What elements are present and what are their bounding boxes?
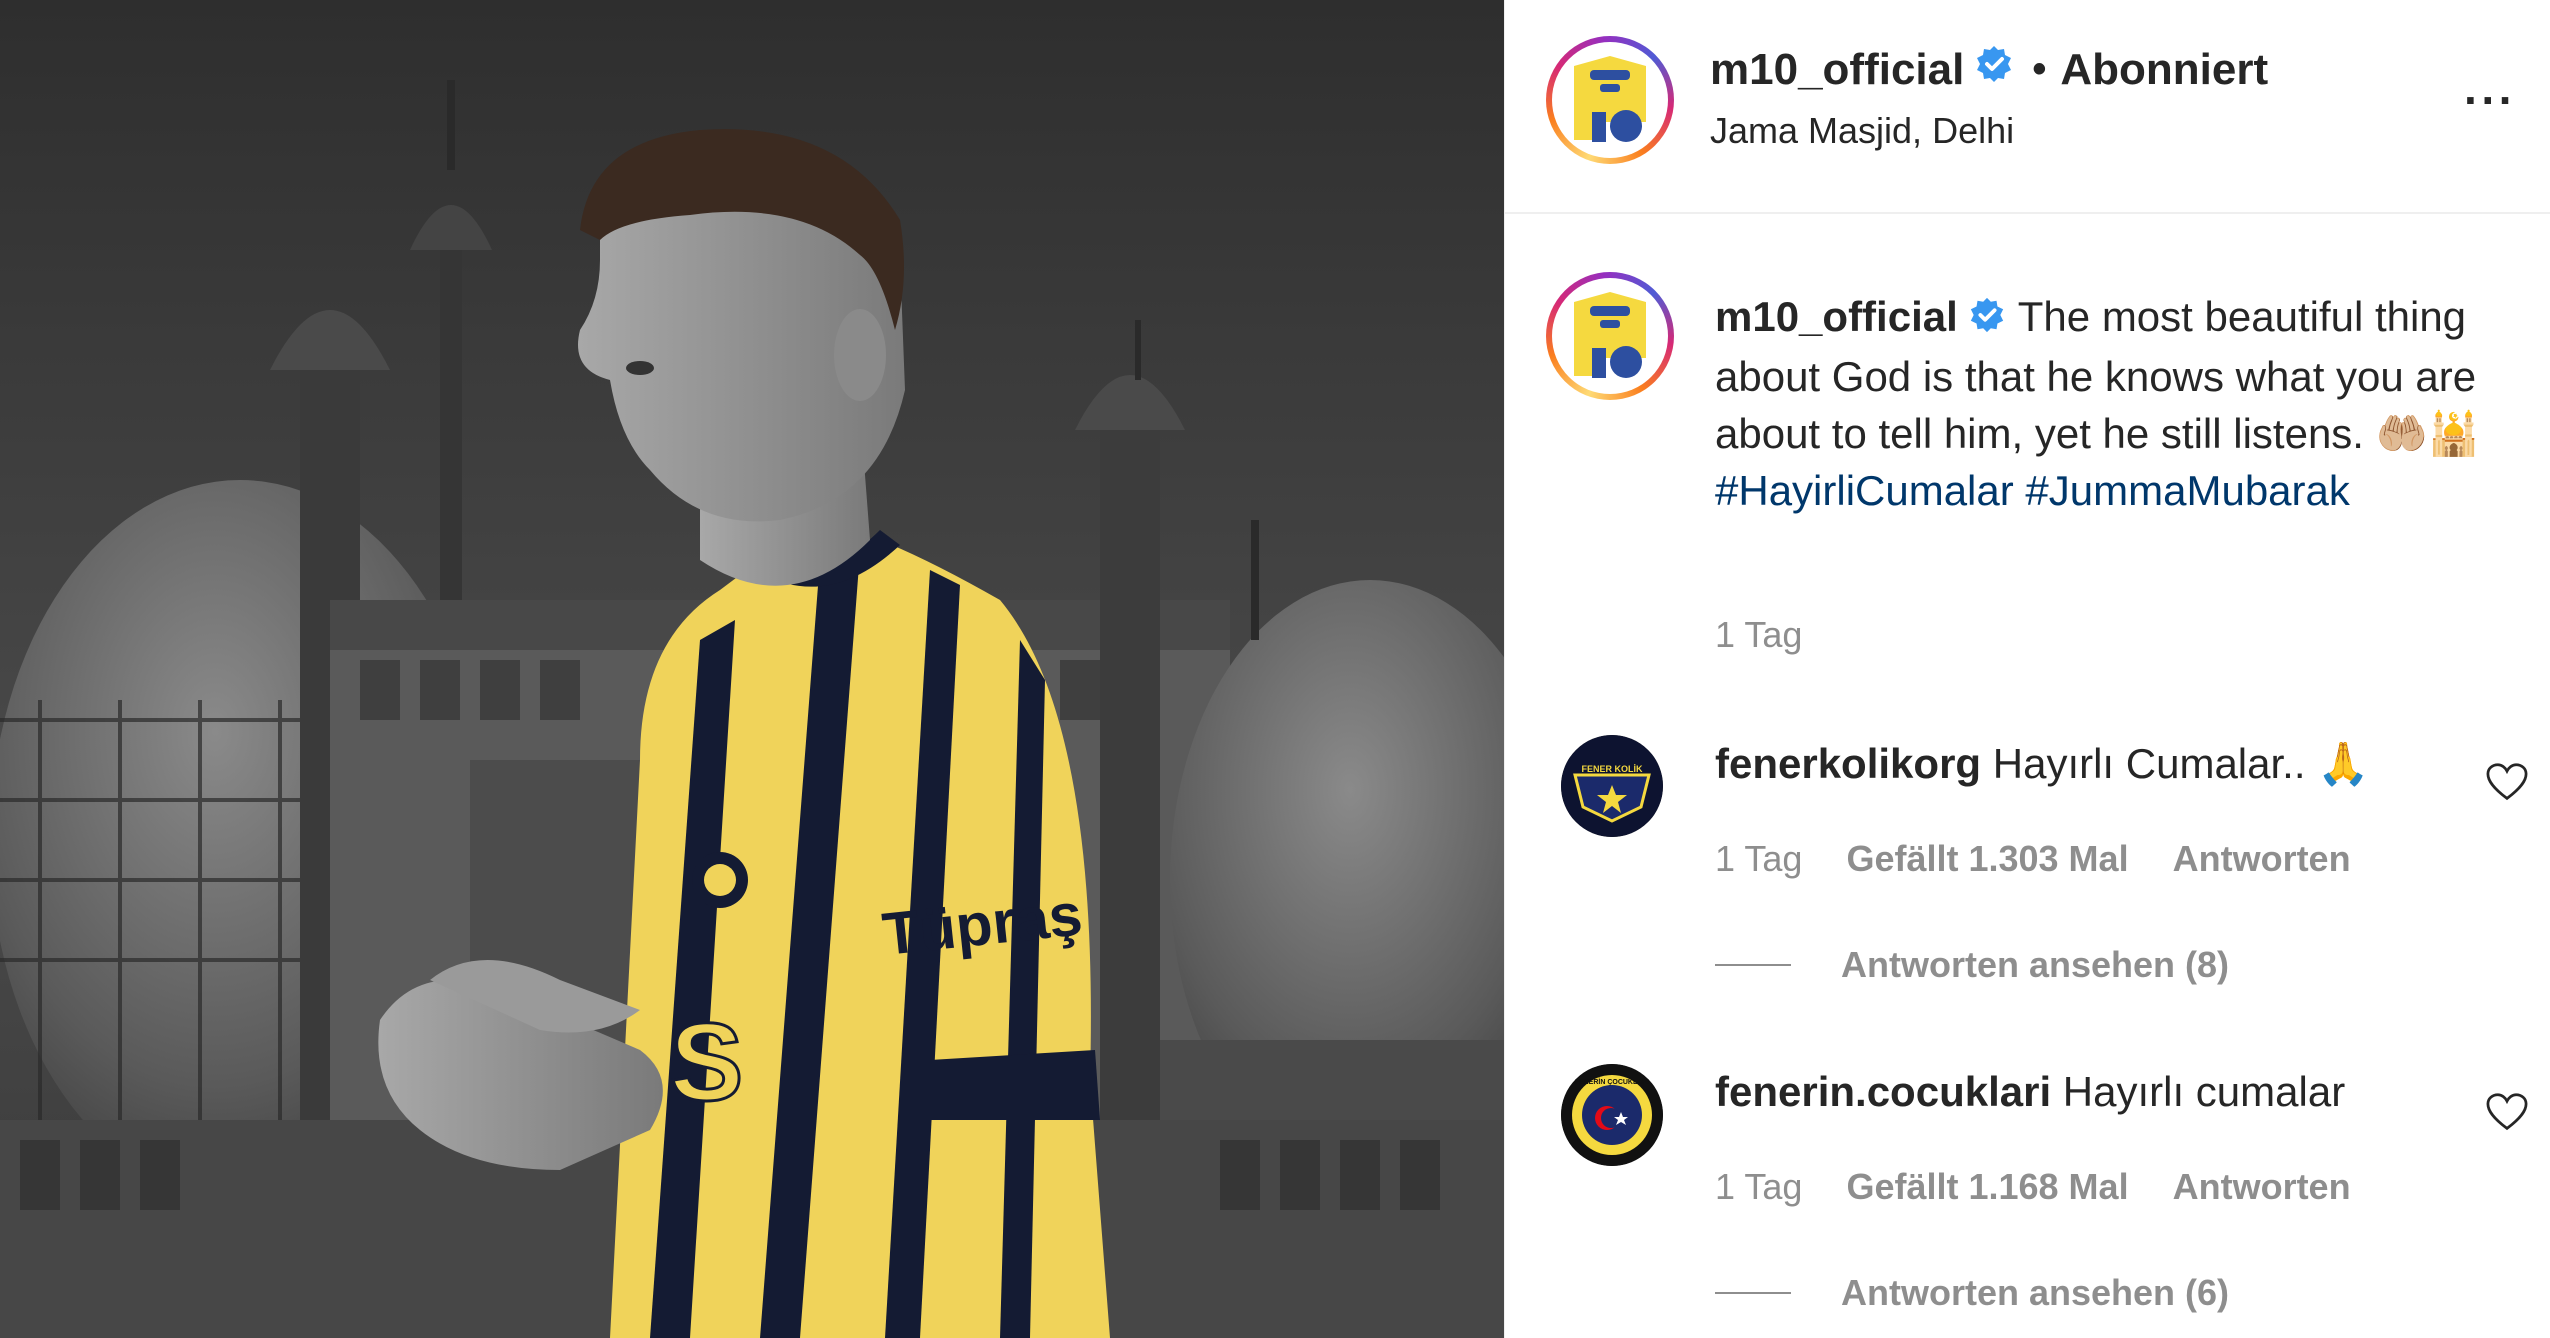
header-user-line: m10_official • Abonniert <box>1710 44 2268 95</box>
author-avatar[interactable] <box>1546 36 1674 164</box>
hashtag-link[interactable]: #JummaMubarak <box>2025 467 2349 514</box>
header-separator: • <box>2032 47 2047 91</box>
view-replies-button[interactable]: Antworten ansehen (8) <box>1715 944 2229 986</box>
post-location-link[interactable]: Jama Masjid, Delhi <box>1710 110 2014 152</box>
fenerkolik-logo-icon: FENER KOLİK <box>1561 735 1663 837</box>
m10-logo-icon <box>1552 278 1668 394</box>
comment-meta: 1 Tag Gefällt 1.303 Mal Antworten <box>1715 838 2385 880</box>
post-caption: m10_official The most beautiful thing abo… <box>1715 288 2515 519</box>
view-replies-label: Antworten ansehen (8) <box>1841 944 2230 985</box>
instagram-post-view: Tüpraş S m10_official • Abonniert Jama M… <box>0 0 2550 1338</box>
m10-logo-icon <box>1552 42 1668 158</box>
reply-button[interactable]: Antworten <box>2173 1166 2351 1207</box>
hashtag-link[interactable]: #HayirliCumalar <box>1715 467 2014 514</box>
svg-text:FENER KOLİK: FENER KOLİK <box>1581 764 1643 774</box>
commenter-avatar[interactable]: FENER KOLİK <box>1561 735 1663 837</box>
comment-likes-count[interactable]: Gefällt 1.168 Mal <box>1846 1166 2128 1207</box>
view-replies-button[interactable]: Antworten ansehen (6) <box>1715 1272 2229 1314</box>
view-replies-label: Antworten ansehen (6) <box>1841 1272 2230 1313</box>
comment-timestamp[interactable]: 1 Tag <box>1715 838 1802 879</box>
replies-divider-line <box>1715 1292 1791 1294</box>
post-image[interactable]: Tüpraş S <box>0 0 1504 1338</box>
more-options-icon[interactable]: ··· <box>2460 74 2520 126</box>
like-comment-heart-icon[interactable] <box>2485 762 2533 806</box>
like-comment-heart-icon[interactable] <box>2485 1092 2533 1136</box>
following-button[interactable]: Abonniert <box>2060 45 2268 95</box>
comment-body: Hayırlı Cumalar.. 🙏 <box>1992 740 2370 787</box>
commenter-username[interactable]: fenerin.cocuklari <box>1715 1068 2051 1115</box>
post-side-panel: m10_official • Abonniert Jama Masjid, De… <box>1504 0 2550 1338</box>
comment-body: Hayırlı cumalar <box>2062 1068 2346 1115</box>
comment-timestamp[interactable]: 1 Tag <box>1715 1166 1802 1207</box>
comment-text-line: fenerin.cocuklari Hayırlı cumalar <box>1715 1068 2345 1116</box>
comment-text-line: fenerkolikorg Hayırlı Cumalar.. 🙏 <box>1715 740 2369 789</box>
post-photo-illustration: Tüpraş S <box>0 0 1504 1338</box>
svg-text:S: S <box>670 1001 743 1124</box>
caption-timestamp[interactable]: 1 Tag <box>1715 614 1802 656</box>
verified-badge-icon <box>1974 44 2014 95</box>
post-header: m10_official • Abonniert Jama Masjid, De… <box>1505 0 2550 214</box>
caption-author-avatar[interactable] <box>1546 272 1674 400</box>
comment-likes-count[interactable]: Gefällt 1.303 Mal <box>1846 838 2128 879</box>
author-username[interactable]: m10_official <box>1710 45 1964 95</box>
commenter-avatar[interactable]: FENERİN ÇOCUKLARI <box>1561 1064 1663 1166</box>
reply-button[interactable]: Antworten <box>2173 838 2351 879</box>
svg-text:FENERİN ÇOCUKLARI: FENERİN ÇOCUKLARI <box>1575 1078 1650 1086</box>
comment-meta: 1 Tag Gefällt 1.168 Mal Antworten <box>1715 1166 2385 1208</box>
replies-divider-line <box>1715 964 1791 966</box>
commenter-username[interactable]: fenerkolikorg <box>1715 740 1981 787</box>
fenerin-cocuklari-logo-icon: FENERİN ÇOCUKLARI <box>1561 1064 1663 1166</box>
caption-username[interactable]: m10_official <box>1715 293 1958 340</box>
verified-badge-icon <box>1968 291 2006 348</box>
